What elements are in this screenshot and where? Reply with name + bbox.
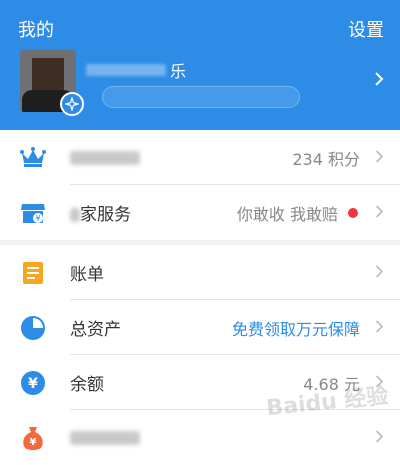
section-points-services: 234 积分 ¥ 家服务 你敢收 我敢赔 (0, 130, 400, 240)
masked-account (102, 86, 300, 108)
user-name[interactable]: 乐 (86, 58, 186, 82)
svg-text:¥: ¥ (35, 214, 40, 223)
merchant-services-label: 家服务 (70, 200, 131, 225)
chevron-right-icon (375, 428, 384, 447)
chevron-right-icon[interactable] (374, 71, 384, 91)
list-item-merchant-services[interactable]: ¥ 家服务 你敢收 我敢赔 (0, 185, 400, 240)
total-assets-promo: 免费领取万元保障 (231, 319, 360, 339)
bill-label: 账单 (70, 265, 104, 285)
profile-header: 我的 设置 乐 (0, 0, 400, 130)
notification-dot (348, 207, 358, 218)
chevron-right-icon (375, 263, 384, 282)
total-assets-label: 总资产 (70, 320, 121, 340)
list-item-bill[interactable]: 账单 (0, 245, 400, 300)
crown-icon (20, 145, 46, 171)
user-name-visible-char: 乐 (170, 62, 187, 81)
settings-button[interactable]: 设置 (348, 16, 384, 42)
list-item-money-bag[interactable]: ¥ (0, 410, 400, 465)
money-bag-label (70, 428, 140, 448)
page-title: 我的 (18, 20, 54, 41)
chevron-right-icon (375, 203, 384, 222)
section-finance: 账单 总资产 免费领取万元保障 ¥ 余额 4.68 元 ¥ (0, 245, 400, 465)
merchant-services-value: 你敢收 我敢赔 (236, 204, 338, 224)
chevron-right-icon (375, 148, 384, 167)
svg-text:¥: ¥ (28, 376, 38, 392)
list-item-total-assets[interactable]: 总资产 免费领取万元保障 (0, 300, 400, 355)
points-label (70, 148, 140, 168)
pie-chart-icon (20, 315, 46, 341)
bill-icon (20, 260, 46, 286)
yen-coin-icon: ¥ (20, 370, 46, 396)
masked-name (86, 64, 166, 76)
store-icon: ¥ (20, 200, 46, 226)
chevron-right-icon (375, 318, 384, 337)
svg-text:¥: ¥ (30, 437, 37, 448)
money-bag-icon: ¥ (20, 425, 46, 451)
balance-label: 余额 (70, 375, 104, 395)
sparkle-badge-icon (60, 92, 84, 116)
points-value: 234 积分 (292, 149, 360, 169)
list-item-points[interactable]: 234 积分 (0, 130, 400, 185)
